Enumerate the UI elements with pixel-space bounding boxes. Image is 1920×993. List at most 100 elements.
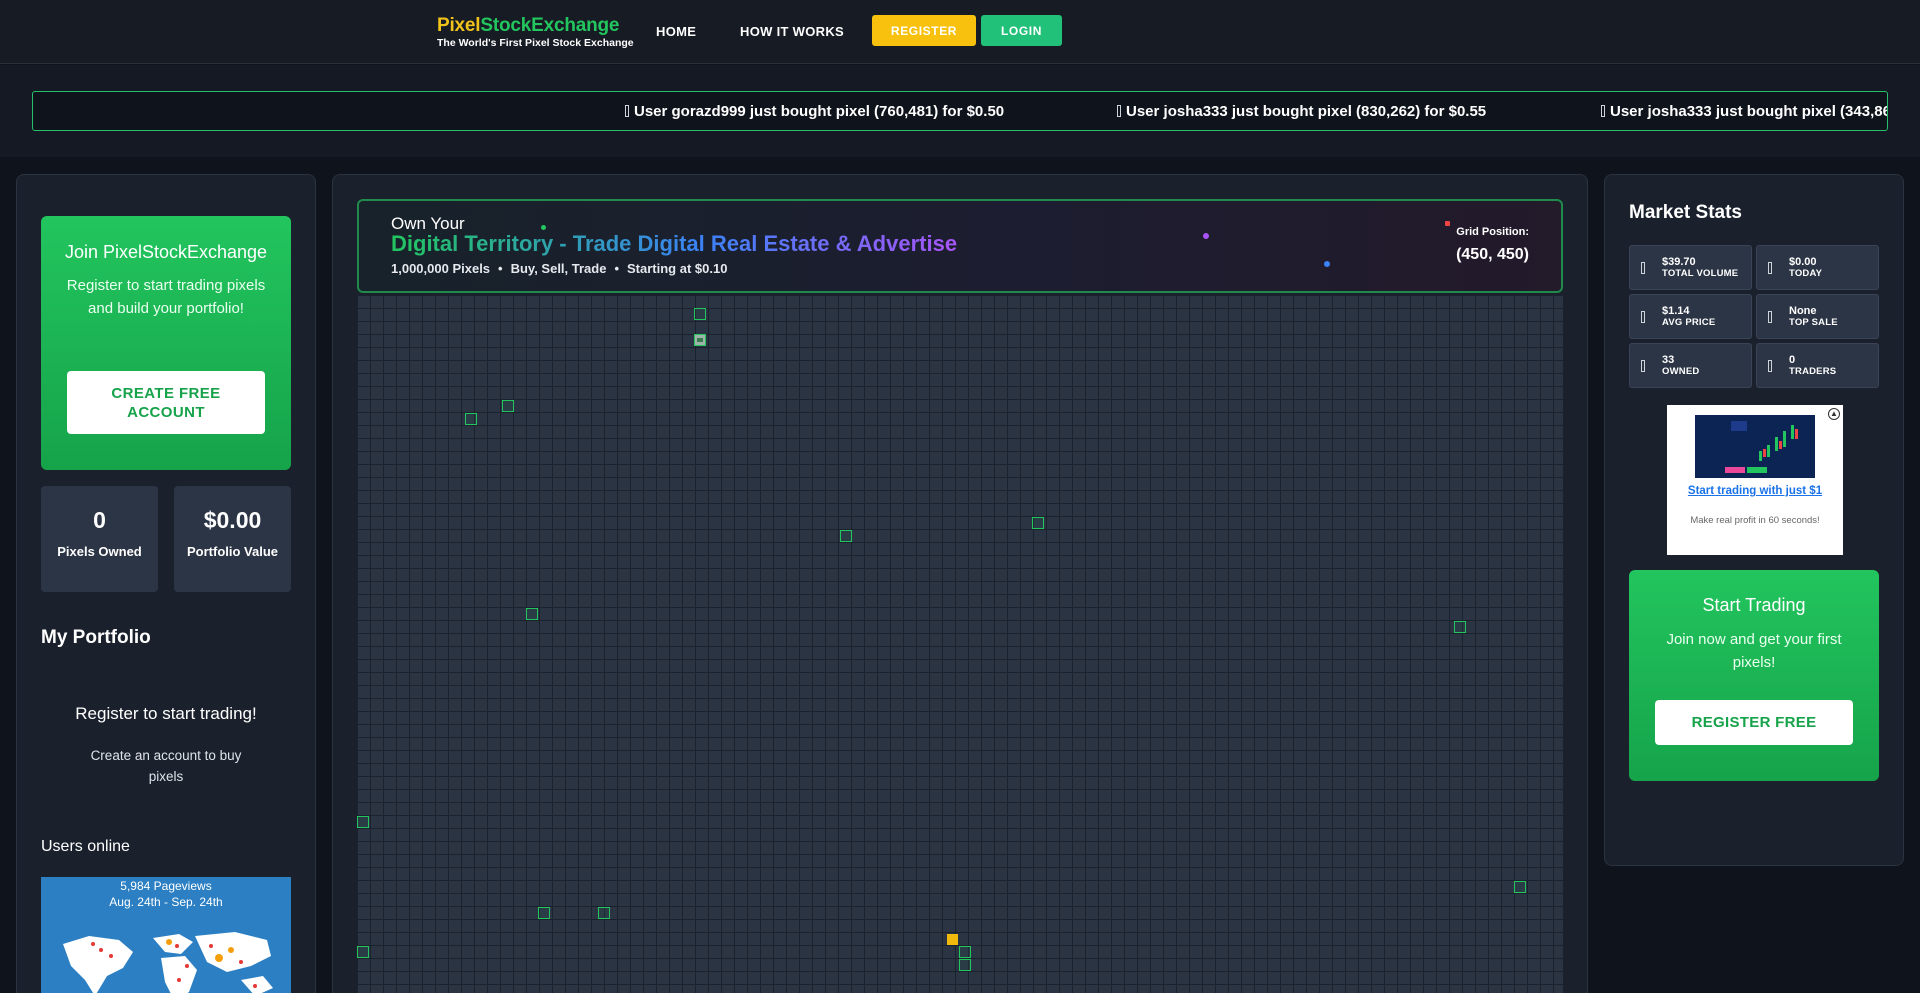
decor-dot (541, 225, 546, 230)
stat-label: TRADERS (1789, 366, 1837, 377)
portfolio-value-stat: $0.00 Portfolio Value (174, 486, 291, 592)
owned-pixel[interactable] (840, 530, 852, 542)
hero-sub-price: Starting at $0.10 (627, 261, 728, 276)
create-account-button[interactable]: CREATE FREE ACCOUNT (67, 371, 265, 434)
owned-pixel[interactable] (598, 907, 610, 919)
calendar-icon (1768, 262, 1772, 274)
ad-link[interactable]: Start trading with just $1 (1687, 484, 1823, 498)
ticker-band: User gorazd999 just bought pixel (760,48… (0, 65, 1920, 157)
register-free-button[interactable]: REGISTER FREE (1655, 700, 1853, 745)
stat-traders: 0 TRADERS (1756, 343, 1879, 388)
logo-part-pixel: Pixel (437, 15, 481, 36)
stat-value: $39.70 (1662, 256, 1696, 268)
stat-label: TODAY (1789, 268, 1823, 279)
purchase-ticker: User gorazd999 just bought pixel (760,48… (32, 91, 1888, 131)
ticker-item: User gorazd999 just bought pixel (760,48… (625, 103, 1004, 120)
stat-label: TOP SALE (1789, 317, 1838, 328)
world-map-icon (63, 932, 273, 993)
ad-text: Make real profit in 60 seconds! (1690, 515, 1820, 526)
register-text: Create an account to buy pixels (90, 748, 242, 784)
ad-chart-image[interactable] (1695, 415, 1815, 478)
portfolio-title: My Portfolio (41, 627, 151, 648)
owned-pixel[interactable] (502, 400, 514, 412)
grid-position-value: (450, 450) (1456, 246, 1529, 263)
chart-icon (1641, 262, 1645, 274)
start-trading-title: Start Trading (1702, 595, 1806, 615)
stat-label: AVG PRICE (1662, 317, 1716, 328)
top-navbar: PixelStockExchange The World's First Pix… (0, 0, 1920, 64)
join-card: Join PixelStockExchange Register to star… (41, 216, 291, 470)
ticker-item: User josha333 just bought pixel (830,262… (1117, 103, 1486, 120)
stat-owned: 33 OWNED (1629, 343, 1752, 388)
stat-label: Pixels Owned (57, 544, 142, 559)
register-heading: Register to start trading! (75, 704, 257, 723)
owned-pixel[interactable] (538, 907, 550, 919)
ticker-item: User josha333 just bought pixel (343,860 (1601, 103, 1888, 120)
register-button[interactable]: REGISTER (872, 15, 976, 46)
owned-pixel[interactable] (694, 308, 706, 320)
market-stats-panel: Market Stats $39.70 TOTAL VOLUME $0.00 T… (1604, 174, 1904, 866)
owned-pixel[interactable] (357, 946, 369, 958)
owned-pixel[interactable] (959, 946, 971, 958)
owned-pixel[interactable] (959, 959, 971, 971)
stat-value: None (1789, 305, 1817, 317)
stat-value: 0 (1789, 354, 1796, 366)
chart-icon (1695, 415, 1815, 478)
join-text: Register to start trading pixels and bui… (66, 277, 266, 317)
users-online-title: Users online (41, 838, 130, 855)
close-icon[interactable]: ▲ (1828, 408, 1840, 420)
hero-sub-trade: Buy, Sell, Trade (510, 261, 607, 276)
grid-position-label: Grid Position: (1456, 226, 1529, 238)
decor-dot (1203, 233, 1209, 239)
left-sidebar: Join PixelStockExchange Register to star… (16, 174, 316, 993)
ticker-icon (625, 105, 629, 117)
start-trading-text: Join now and get your first pixels! (1666, 631, 1842, 671)
site-logo[interactable]: PixelStockExchange The World's First Pix… (437, 15, 634, 49)
stat-label: Portfolio Value (186, 544, 278, 559)
hero-banner: Own Your Digital Territory - Trade Digit… (357, 199, 1563, 293)
stat-value: $1.14 (1662, 305, 1690, 317)
logo-part-stockexchange: StockExchange (480, 15, 620, 36)
login-button[interactable]: LOGIN (981, 15, 1062, 46)
decor-dot (1324, 261, 1330, 267)
owned-pixel[interactable] (1032, 517, 1044, 529)
stat-value: $0.00 (1789, 256, 1817, 268)
hero-subline: 1,000,000 Pixels • Buy, Sell, Trade • Starti… (391, 261, 728, 276)
image-pixel[interactable] (694, 334, 706, 346)
nav-home-link[interactable]: HOME (656, 24, 696, 39)
owned-pixel[interactable] (1454, 621, 1466, 633)
visitor-map-widget[interactable]: 5,984 Pageviews Aug. 24th - Sep. 24th (41, 877, 291, 993)
start-trading-card: Start Trading Join now and get your firs… (1629, 570, 1879, 781)
pixel-grid[interactable] (357, 295, 1563, 993)
nav-how-it-works-link[interactable]: HOW IT WORKS (740, 24, 844, 39)
owned-pixel[interactable] (465, 413, 477, 425)
hero-headline: Digital Territory - Trade Digital Real E… (391, 231, 958, 256)
stat-top-sale: None TOP SALE (1756, 294, 1879, 339)
stat-value: $0.00 (203, 507, 262, 533)
owned-pixel[interactable] (357, 816, 369, 828)
featured-pixel[interactable] (947, 934, 958, 945)
ticker-icon (1601, 105, 1605, 117)
decor-dot (1445, 221, 1450, 226)
hero-sub-pixels: 1,000,000 Pixels (391, 261, 491, 276)
stat-label: OWNED (1662, 366, 1700, 377)
trophy-icon (1768, 311, 1772, 323)
pixel-grid-panel: Own Your Digital Territory - Trade Digit… (332, 174, 1588, 993)
stat-today: $0.00 TODAY (1756, 245, 1879, 290)
pixels-owned-stat: 0 Pixels Owned (41, 486, 158, 592)
tag-icon (1641, 311, 1645, 323)
logo-tagline: The World's First Pixel Stock Exchange (437, 37, 634, 49)
grid-icon (1641, 360, 1645, 372)
map-dates: Aug. 24th - Sep. 24th (109, 895, 223, 909)
ad-banner[interactable]: ▲ Start trading with just $1 Make real p… (1667, 405, 1843, 555)
stat-label: TOTAL VOLUME (1662, 268, 1739, 279)
ticker-text: User josha333 just bought pixel (830,262… (1126, 103, 1487, 120)
users-icon (1768, 360, 1772, 372)
owned-pixel[interactable] (1514, 881, 1526, 893)
ticker-text: User gorazd999 just bought pixel (760,48… (634, 103, 1005, 120)
stat-total-volume: $39.70 TOTAL VOLUME (1629, 245, 1752, 290)
owned-pixel[interactable] (526, 608, 538, 620)
stat-value: 0 (93, 507, 106, 533)
ticker-icon (1117, 105, 1121, 117)
ticker-text: User josha333 just bought pixel (343,860 (1610, 103, 1888, 120)
